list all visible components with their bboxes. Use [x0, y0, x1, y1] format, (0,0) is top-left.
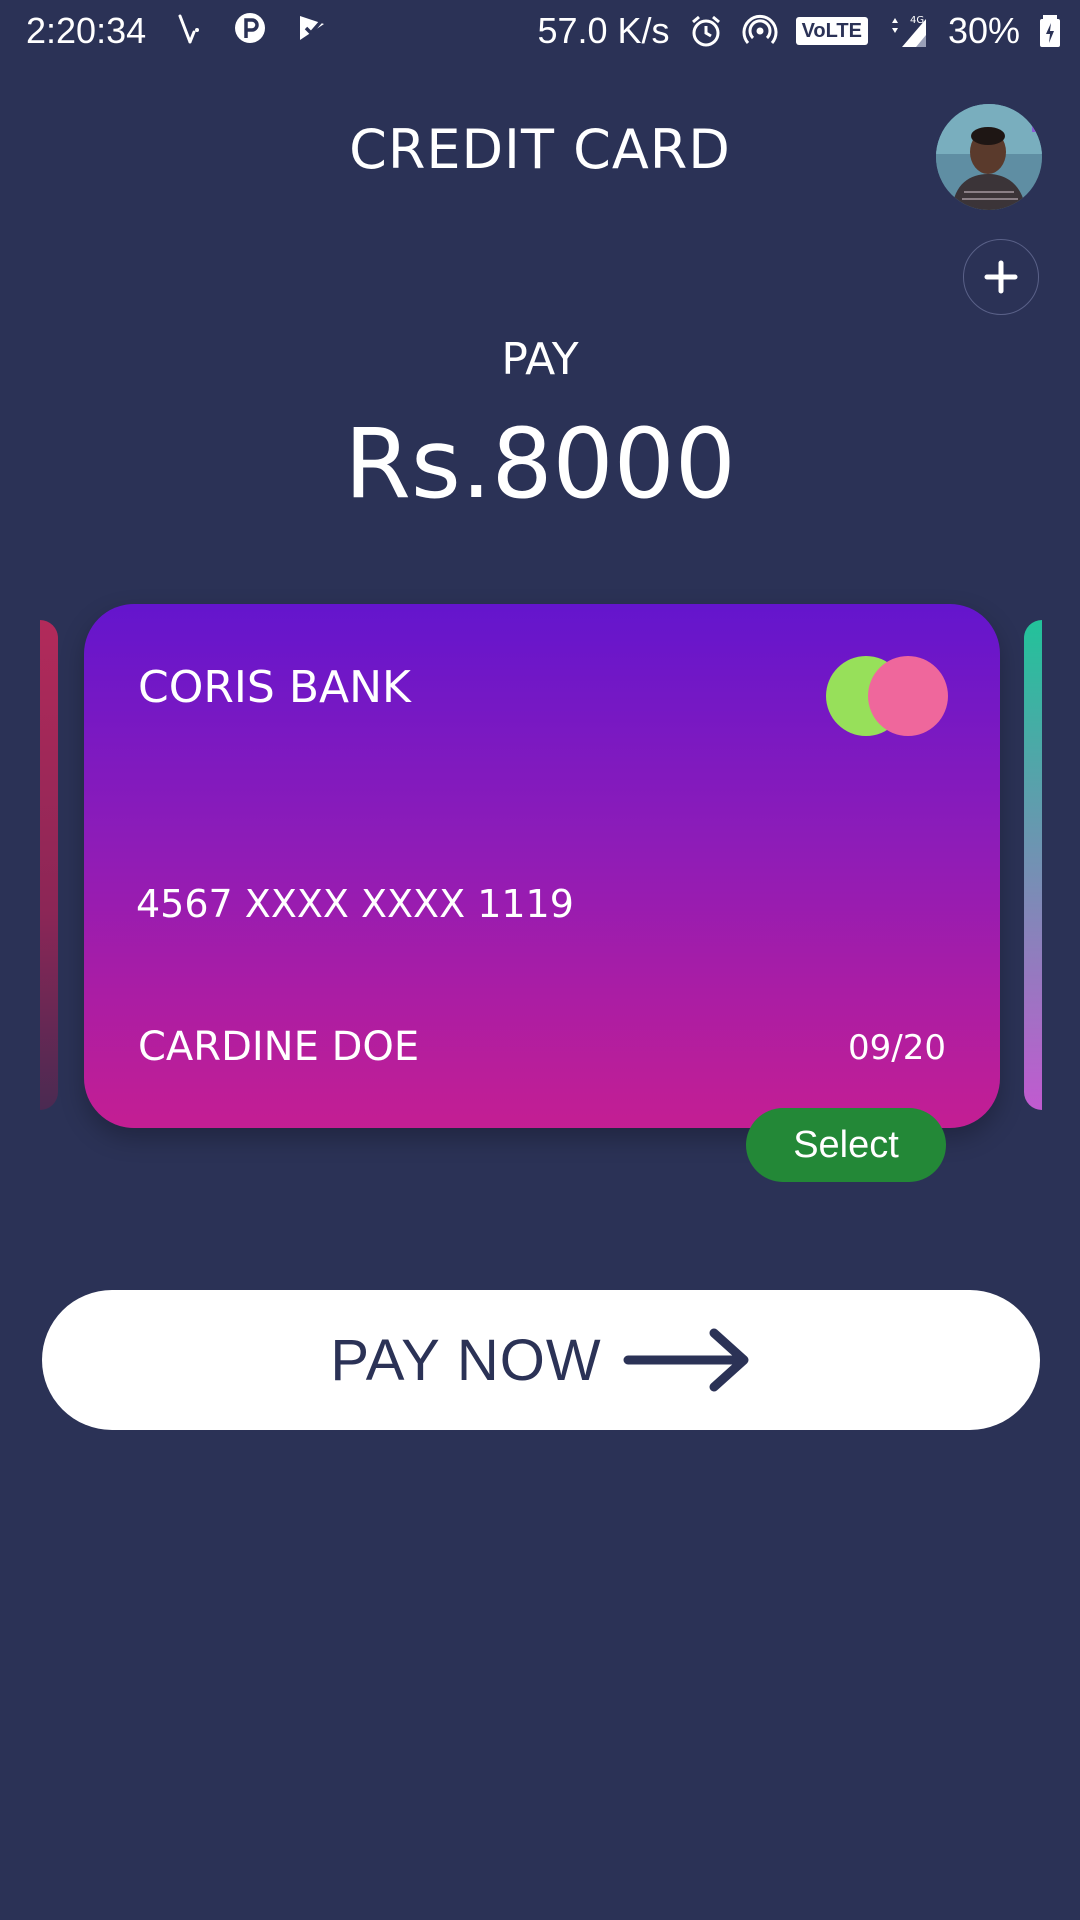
screen: 2:20:34 57.0 K/s VoLTE 4G 30% CREDIT CAR… [0, 0, 1080, 1920]
user-avatar[interactable] [936, 104, 1042, 210]
pay-amount: Rs.8000 [344, 408, 736, 520]
volte-badge: VoLTE [795, 17, 868, 45]
parking-app-icon [235, 13, 265, 43]
battery-percent: 30% [947, 10, 1020, 51]
pay-now-label: PAY NOW [330, 1327, 602, 1393]
page-title: CREDIT CARD [349, 118, 731, 181]
select-card-button[interactable]: Select [746, 1108, 946, 1182]
credit-card[interactable]: CORIS BANK 4567 XXXX XXXX 1119 CARDINE D… [84, 604, 1000, 1128]
card-holder-name: CARDINE DOE [138, 1024, 420, 1070]
slash-notification-icon [178, 14, 199, 44]
add-card-button[interactable] [963, 239, 1039, 315]
avatar-portrait-icon [936, 104, 1042, 210]
status-notification-icons [170, 10, 330, 46]
signal-icon: 4G [891, 15, 926, 47]
network-speed: 57.0 K/s [537, 10, 670, 51]
play-check-icon [300, 16, 326, 40]
hotspot-icon [742, 14, 778, 44]
card-number: 4567 XXXX XXXX 1119 [136, 882, 574, 926]
network-type-label: 4G [910, 15, 924, 26]
logo-circle-pink [868, 656, 948, 736]
card-bank-name: CORIS BANK [138, 662, 411, 713]
card-network-logo [826, 656, 952, 736]
plus-icon [984, 260, 1018, 294]
arrow-right-icon [623, 1328, 749, 1392]
pay-now-button[interactable]: PAY NOW [42, 1290, 1040, 1430]
status-bar: 2:20:34 57.0 K/s VoLTE 4G 30% [0, 0, 1080, 64]
alarm-icon [691, 15, 720, 47]
status-time: 2:20:34 [26, 10, 147, 51]
card-expiry: 09/20 [848, 1028, 946, 1068]
previous-card-peek[interactable] [40, 620, 58, 1110]
next-card-peek[interactable] [1024, 620, 1042, 1110]
pay-label: PAY [501, 334, 579, 385]
status-right-group: 57.0 K/s VoLTE 4G 30% [537, 10, 1062, 52]
battery-charging-icon [1040, 15, 1060, 47]
